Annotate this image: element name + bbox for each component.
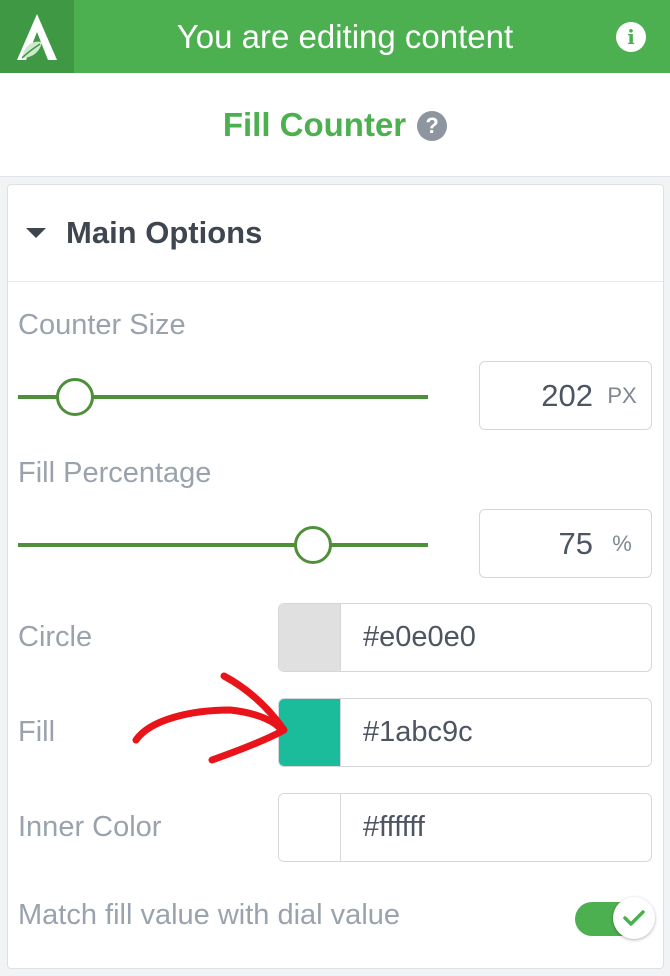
inner-color-value[interactable]: #ffffff (363, 811, 425, 844)
counter-size-unit: PX (607, 382, 637, 408)
fill-percentage-unit: % (612, 530, 632, 556)
circle-color-value[interactable]: #e0e0e0 (363, 621, 476, 654)
editing-banner-title: You are editing content (176, 17, 514, 55)
caret-down-icon (26, 228, 46, 238)
counter-size-input[interactable]: 202 PX (479, 361, 652, 430)
panel-title-row: Fill Counter ? (0, 73, 670, 177)
match-fill-label: Match fill value with dial value (18, 899, 401, 931)
circle-color-field[interactable]: #e0e0e0 (278, 603, 652, 672)
fill-color-field[interactable]: #1abc9c (278, 698, 652, 767)
slider-handle[interactable] (56, 378, 95, 416)
top-bar: You are editing content i (0, 0, 670, 73)
counter-size-value: 202 (541, 377, 593, 413)
toggle-thumb (613, 897, 655, 939)
fill-percentage-label: Fill Percentage (18, 457, 212, 489)
counter-size-label: Counter Size (18, 309, 186, 341)
inner-color-swatch[interactable] (279, 794, 341, 861)
inner-color-label: Inner Color (18, 811, 162, 843)
fill-percentage-value: 75 (558, 525, 593, 561)
circle-color-label: Circle (18, 621, 93, 653)
info-icon[interactable]: i (616, 21, 646, 52)
fill-percentage-input[interactable]: 75 % (479, 509, 652, 578)
fill-color-label: Fill (18, 716, 56, 748)
check-icon (623, 910, 645, 926)
fill-color-swatch[interactable] (279, 699, 341, 766)
counter-size-slider[interactable] (18, 378, 428, 416)
leaf-logo-icon[interactable] (0, 0, 74, 73)
inner-color-field[interactable]: #ffffff (278, 793, 652, 862)
help-icon[interactable]: ? (417, 111, 448, 141)
slider-handle[interactable] (294, 526, 333, 564)
match-fill-toggle[interactable] (573, 897, 655, 941)
main-options-header[interactable]: Main Options (8, 185, 663, 282)
fill-percentage-slider[interactable] (18, 526, 428, 564)
slider-track (18, 543, 428, 547)
fill-color-value[interactable]: #1abc9c (363, 716, 473, 749)
section-title: Main Options (66, 215, 263, 250)
circle-color-swatch[interactable] (279, 604, 341, 671)
panel-title: Fill Counter (222, 105, 407, 143)
